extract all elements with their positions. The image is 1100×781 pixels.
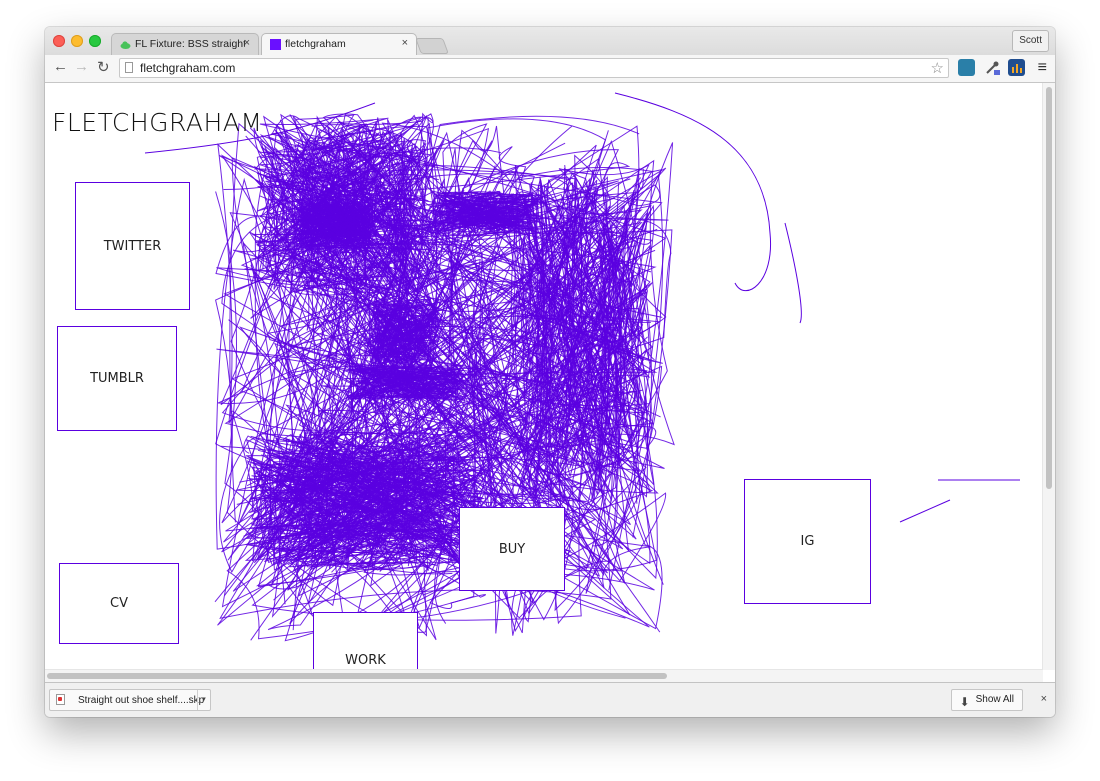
download-bar: Straight out shoe shelf....skp ▾ ⬇ Show … [45,682,1055,717]
back-icon[interactable]: ← [53,58,68,75]
profile-button[interactable]: Scott [1012,30,1049,52]
cv-link[interactable]: CV [59,563,179,644]
twitter-link-label: TWITTER [103,238,162,254]
toolbar: ← → ↻ fletchgraham.com ☆ ≡ [45,55,1055,83]
horizontal-scrollbar[interactable] [45,669,1043,682]
download-icon: ⬇ [959,695,970,709]
zoom-window-button[interactable] [89,35,101,47]
extension-eyedropper-icon[interactable] [984,59,1001,76]
extension-spiral-icon[interactable] [958,59,975,76]
show-all-label: Show All [975,694,1014,705]
tab-label: FL Fixture: BSS straight out [135,38,245,50]
reload-icon[interactable]: ↻ [97,58,110,76]
horizontal-scroll-thumb[interactable] [47,673,667,679]
title-bar: FL Fixture: BSS straight out × fletchgra… [45,27,1055,55]
url-text: fletchgraham.com [140,61,236,75]
file-icon [56,694,65,705]
chevron-down-icon[interactable]: ▾ [197,690,210,710]
twitter-link[interactable]: TWITTER [75,182,190,310]
close-icon[interactable]: × [1041,693,1047,705]
site-title: FLETCHGRAHAM [52,108,263,137]
page-viewport: FLETCHGRAHAM TWITTER TUMBLR CV BUY IG WO… [45,83,1055,682]
download-file-name: Straight out shoe shelf....skp [78,695,205,706]
vertical-scrollbar[interactable] [1042,83,1055,670]
tumblr-link[interactable]: TUMBLR [57,326,177,431]
buy-link-label: BUY [498,541,526,557]
close-window-button[interactable] [53,35,65,47]
ig-link[interactable]: IG [744,479,871,604]
buy-link[interactable]: BUY [459,507,565,591]
minimize-window-button[interactable] [71,35,83,47]
bookmark-star-icon[interactable]: ☆ [931,59,944,77]
vertical-scroll-thumb[interactable] [1046,87,1052,489]
cv-link-label: CV [110,596,128,611]
work-link-label: WORK [345,653,386,668]
tab-fletchgraham[interactable]: fletchgraham × [261,33,417,55]
browser-window: FL Fixture: BSS straight out × fletchgra… [45,27,1055,717]
forward-icon[interactable]: → [74,58,89,75]
tab-label: fletchgraham [285,38,346,50]
cloud-icon [120,41,131,49]
ig-link-label: IG [800,534,815,549]
close-icon[interactable]: × [402,37,408,49]
menu-icon[interactable]: ≡ [1038,59,1047,77]
tab-fl-fixture[interactable]: FL Fixture: BSS straight out × [111,33,259,55]
tumblr-link-label: TUMBLR [90,371,144,386]
page-icon [125,62,133,73]
download-item[interactable]: Straight out shoe shelf....skp ▾ [49,689,211,711]
extension-chart-icon[interactable] [1008,59,1025,76]
close-icon[interactable]: × [244,37,250,49]
show-all-button[interactable]: ⬇ Show All [950,689,1023,711]
new-tab-button[interactable] [415,38,449,54]
purple-square-icon [270,39,281,50]
address-bar[interactable]: fletchgraham.com ☆ [119,58,949,78]
